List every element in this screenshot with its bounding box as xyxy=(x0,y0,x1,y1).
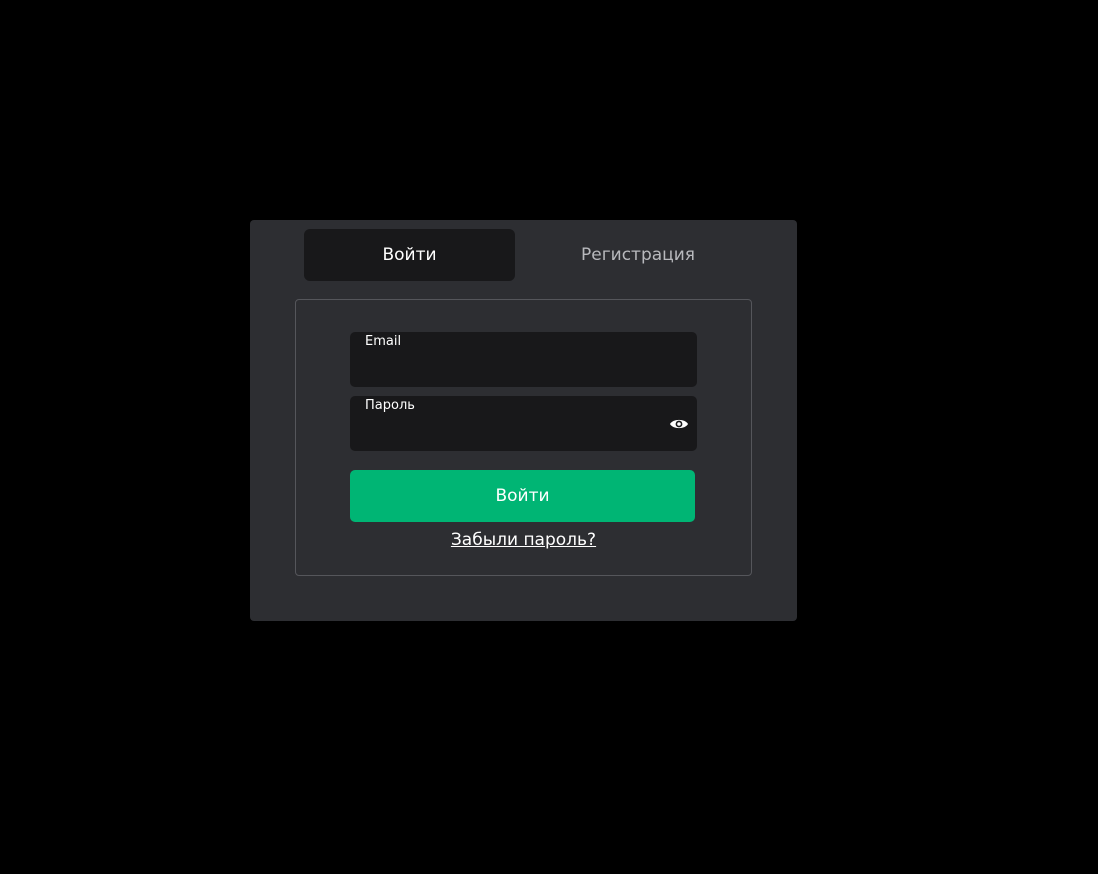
email-field[interactable]: Email xyxy=(350,332,697,387)
forgot-password: Забыли пароль? xyxy=(296,530,751,550)
password-field[interactable]: Пароль xyxy=(350,396,697,451)
password-label: Пароль xyxy=(365,398,415,413)
email-label: Email xyxy=(365,334,402,349)
tab-login[interactable]: Войти xyxy=(304,229,515,281)
email-input[interactable] xyxy=(365,354,665,380)
auth-tabs: Войти Регистрация xyxy=(304,229,744,281)
login-form: Email Пароль Войти Забыли пароль? xyxy=(295,299,752,576)
forgot-password-link[interactable]: Забыли пароль? xyxy=(451,530,596,550)
tab-register[interactable]: Регистрация xyxy=(528,229,748,281)
login-submit-button[interactable]: Войти xyxy=(350,470,695,522)
eye-icon[interactable] xyxy=(669,416,689,432)
auth-modal: Войти Регистрация Email Пароль Войти Заб… xyxy=(250,220,797,621)
password-input[interactable] xyxy=(365,418,665,444)
